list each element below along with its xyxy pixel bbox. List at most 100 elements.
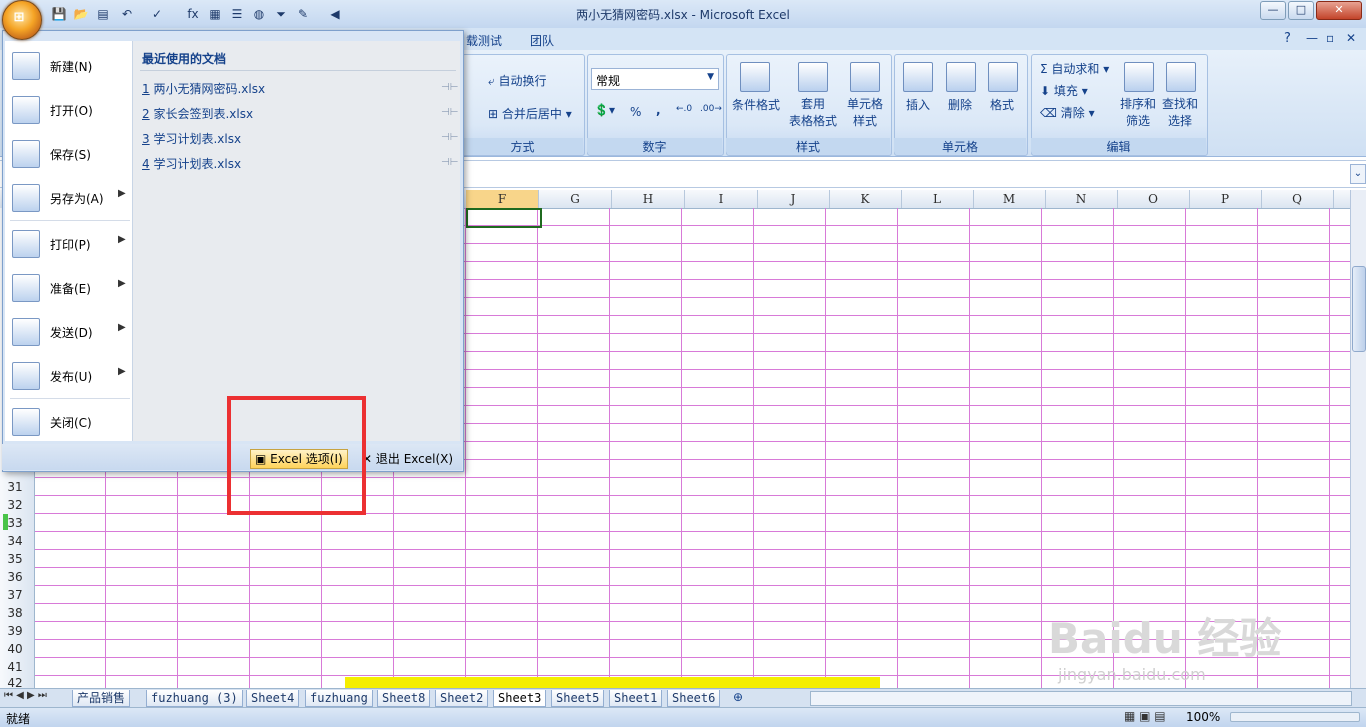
menu-item-publish[interactable]: 发布(U) ▶ <box>8 358 128 392</box>
table-format-icon[interactable] <box>798 62 828 92</box>
filter-icon[interactable]: ⏷ <box>272 5 290 23</box>
sheet-tab[interactable]: Sheet4 <box>246 690 300 707</box>
sheet-tab[interactable]: fuzhuang <box>305 690 373 707</box>
menu-item-save[interactable]: 保存(S) <box>8 136 128 170</box>
column-header-f[interactable]: F <box>466 190 539 208</box>
row-header-34[interactable]: 34 <box>0 532 30 550</box>
close-button[interactable]: ✕ <box>1316 1 1362 20</box>
recent-doc-item[interactable]: 4 学习计划表.xlsx <box>142 155 241 172</box>
autosum-button[interactable]: Σ 自动求和 ▾ <box>1040 60 1109 77</box>
row-header-37[interactable]: 37 <box>0 586 30 604</box>
tab-load-test[interactable]: 载测试 <box>466 32 502 49</box>
column-header-p[interactable]: P <box>1189 190 1262 208</box>
clear-button[interactable]: ⌫ 清除 ▾ <box>1040 104 1095 121</box>
conditional-format-button[interactable]: 条件格式 <box>729 96 783 113</box>
ribbon-restore-icon[interactable]: ▫ <box>1326 31 1334 45</box>
recent-doc-item[interactable]: 2 家长会签到表.xlsx <box>142 105 253 122</box>
column-header-g[interactable]: G <box>539 190 612 208</box>
vertical-scroll-thumb[interactable] <box>1352 266 1366 352</box>
macro-icon[interactable]: ✎ <box>294 5 312 23</box>
view-mode-icon[interactable]: ▦ ▣ ▤ <box>1124 709 1166 723</box>
pin-icon[interactable]: ⊣⊢ <box>441 157 458 168</box>
selected-cell[interactable] <box>466 208 542 228</box>
fill-button[interactable]: ⬇ 填充 ▾ <box>1040 82 1088 99</box>
column-header-h[interactable]: H <box>612 190 685 208</box>
column-header-m[interactable]: M <box>973 190 1046 208</box>
exit-excel-button[interactable]: ✕ 退出 Excel(X) <box>357 449 458 469</box>
insert-button[interactable]: 插入 <box>900 96 936 113</box>
sheet-tab[interactable]: Sheet2 <box>435 690 489 707</box>
row-header-40[interactable]: 40 <box>0 640 30 658</box>
conditional-format-icon[interactable] <box>740 62 770 92</box>
new-sheet-icon[interactable]: ⊕ <box>733 690 743 704</box>
column-header-o[interactable]: O <box>1117 190 1190 208</box>
pin-icon[interactable]: ⊣⊢ <box>441 82 458 93</box>
row-header-32[interactable]: 32 <box>0 496 30 514</box>
zoom-slider[interactable] <box>1230 712 1360 722</box>
open-icon[interactable]: 📂 <box>72 5 90 23</box>
currency-icon[interactable]: 💲▾ <box>594 103 615 117</box>
sheet-tab-active[interactable]: Sheet3 <box>493 690 547 707</box>
menu-item-new[interactable]: 新建(N) <box>8 48 128 82</box>
delete-button[interactable]: 删除 <box>942 96 978 113</box>
row-header-36[interactable]: 36 <box>0 568 30 586</box>
expand-formula-icon[interactable]: ⌄ <box>1350 164 1366 184</box>
table-icon[interactable]: ▦ <box>206 5 224 23</box>
sheet-tab[interactable]: 产品销售 <box>72 690 131 707</box>
tab-team[interactable]: 团队 <box>530 32 554 49</box>
sheet-tab[interactable]: Sheet1 <box>609 690 663 707</box>
number-format-select[interactable]: 常规 ▼ <box>591 68 719 90</box>
insert-icon[interactable] <box>903 62 933 92</box>
globe-icon[interactable]: ◍ <box>250 5 268 23</box>
check-icon[interactable]: ✓ <box>148 5 166 23</box>
table-format-button[interactable]: 套用 表格格式 <box>784 96 842 130</box>
menu-item-send[interactable]: 发送(D) ▶ <box>8 314 128 348</box>
row-header-38[interactable]: 38 <box>0 604 30 622</box>
print-preview-icon[interactable]: ▤ <box>94 5 112 23</box>
menu-item-open[interactable]: 打开(O) <box>8 92 128 126</box>
sheet-tab[interactable]: Sheet6 <box>667 690 721 707</box>
decrease-decimal-icon[interactable]: .00→ <box>700 104 722 114</box>
undo-icon[interactable]: ↶ <box>118 5 136 23</box>
row-header-31[interactable]: 31 <box>0 478 30 496</box>
row-header-39[interactable]: 39 <box>0 622 30 640</box>
minimize-button[interactable]: — <box>1260 1 1286 20</box>
column-header-l[interactable]: L <box>901 190 974 208</box>
increase-decimal-icon[interactable]: ←.0 <box>676 104 692 114</box>
row-header-35[interactable]: 35 <box>0 550 30 568</box>
function-icon[interactable]: fx <box>184 5 202 23</box>
comma-button[interactable]: , <box>656 103 661 117</box>
pin-icon[interactable]: ⊣⊢ <box>441 107 458 118</box>
form-icon[interactable]: ☰ <box>228 5 246 23</box>
menu-item-save-as[interactable]: 另存为(A) ▶ <box>8 180 128 214</box>
format-button[interactable]: 格式 <box>984 96 1020 113</box>
recent-doc-item[interactable]: 3 学习计划表.xlsx <box>142 130 241 147</box>
pin-icon[interactable]: ⊣⊢ <box>441 132 458 143</box>
cell-styles-button[interactable]: 单元格 样式 <box>840 96 890 130</box>
column-header-q[interactable]: Q <box>1261 190 1334 208</box>
save-icon[interactable]: 💾 <box>50 5 68 23</box>
help-icon[interactable]: ? <box>1284 31 1291 46</box>
find-select-button[interactable]: 查找和 选择 <box>1158 96 1202 130</box>
horizontal-scrollbar[interactable] <box>810 691 1352 706</box>
ribbon-minimize-icon[interactable]: — <box>1306 31 1318 45</box>
arrow-icon[interactable]: ◀ <box>326 5 344 23</box>
sort-filter-icon[interactable] <box>1124 62 1154 92</box>
wrap-text-button[interactable]: ⤶ 自动换行 <box>488 72 547 89</box>
column-header-j[interactable]: J <box>757 190 830 208</box>
sheet-tab[interactable]: fuzhuang (3) <box>146 690 243 707</box>
column-header-k[interactable]: K <box>829 190 902 208</box>
percent-button[interactable]: % <box>630 105 641 119</box>
sheet-tab[interactable]: Sheet5 <box>551 690 605 707</box>
menu-item-prepare[interactable]: 准备(E) ▶ <box>8 270 128 304</box>
merge-center-button[interactable]: ⊞ 合并后居中 ▾ <box>488 105 572 122</box>
column-header-n[interactable]: N <box>1045 190 1118 208</box>
ribbon-close-icon[interactable]: ✕ <box>1346 31 1356 45</box>
delete-icon[interactable] <box>946 62 976 92</box>
cell-styles-icon[interactable] <box>850 62 880 92</box>
find-select-icon[interactable] <box>1166 62 1196 92</box>
sheet-tab[interactable]: Sheet8 <box>377 690 431 707</box>
sheet-nav-icon[interactable]: ⏮ ◀ ▶ ⏭ <box>4 690 47 701</box>
sort-filter-button[interactable]: 排序和 筛选 <box>1116 96 1160 130</box>
menu-item-close[interactable]: 关闭(C) <box>8 404 128 438</box>
